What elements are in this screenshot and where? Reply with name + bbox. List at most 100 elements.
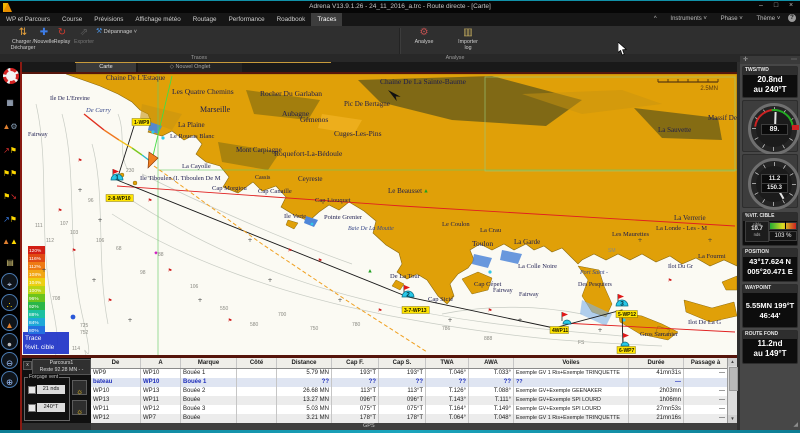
dock-icon[interactable]: ✛ xyxy=(743,57,748,63)
svg-text:%vit. cible: %vit. cible xyxy=(25,344,55,351)
importer-log-button[interactable]: ▥Importer log xyxy=(448,27,488,51)
depannage-button[interactable]: ⚒ Dépannage ˅ xyxy=(96,27,137,36)
menu-tab-pr-visions[interactable]: Prévisions xyxy=(88,13,129,26)
more-options-icon[interactable]: ⋯ xyxy=(791,56,797,64)
table-cell: T.126° xyxy=(426,387,469,396)
wind-dir-checkbox[interactable] xyxy=(28,404,36,412)
svg-text:106: 106 xyxy=(190,284,199,290)
twd-value: au 240°T xyxy=(743,85,797,95)
svg-text:98: 98 xyxy=(140,270,146,276)
zoom-out-button[interactable]: ⊖ xyxy=(1,352,18,369)
column-header: Côté xyxy=(237,358,277,368)
table-header-row[interactable]: DeAMarqueCôtéDistanceCap F.Cap S.TWAAWAV… xyxy=(91,358,737,369)
boat-config-icon[interactable]: ▲⚙ xyxy=(0,116,20,134)
menu-tab-performance[interactable]: Performance xyxy=(223,13,271,26)
vit-cible-panel: %VIT. CIBLE cible 10.7 nds 103 % xyxy=(742,212,798,246)
lifebuoy-icon[interactable] xyxy=(3,68,19,84)
tab-nouvel-onglet[interactable]: ◇ Nouvel Onglet xyxy=(138,63,242,72)
close-parcours-icon[interactable]: x xyxy=(23,361,32,370)
marks-view-button[interactable]: ∴ xyxy=(1,294,18,311)
help-icon[interactable]: ? xyxy=(788,14,796,22)
waypoint-1-WP9[interactable]: 1-WP9 xyxy=(132,119,151,127)
sun-icon: ☼ xyxy=(76,407,83,416)
svg-text:+: + xyxy=(447,317,452,324)
close-button[interactable]: × xyxy=(784,2,798,9)
svg-text:⚑: ⚑ xyxy=(318,258,322,264)
zoom-select-button[interactable]: ⌖ xyxy=(1,273,18,290)
analyse-button[interactable]: ⚙Analyse xyxy=(406,27,442,45)
collapse-ribbon-icon[interactable]: ^ xyxy=(654,16,657,22)
menu-tab-affichage-m-t-o[interactable]: Affichage météo xyxy=(129,13,186,26)
table-cell: 1h06mn xyxy=(629,396,684,405)
map-place-label: Cassis xyxy=(255,175,271,181)
tab-carte[interactable]: Carte xyxy=(76,63,136,72)
wind-dir-weather-button[interactable]: ☼ xyxy=(72,400,87,415)
scroll-thumb[interactable] xyxy=(729,367,738,391)
svg-text:725: 725 xyxy=(80,323,89,329)
chart-icon[interactable]: ▦ xyxy=(0,92,20,110)
svg-text:+: + xyxy=(91,277,96,284)
wind-angle-readout: 89. xyxy=(761,124,788,135)
map-place-label: Les Maurettes xyxy=(612,231,649,238)
table-row[interactable]: WP9WP10Bouée 15.79 MN193°T193°TT.046°T.0… xyxy=(91,369,737,378)
menu-tab-routage[interactable]: Routage xyxy=(187,13,223,26)
theme-menu[interactable]: Thème ˅ xyxy=(750,16,780,22)
nautical-chart[interactable]: 2.5MN Trace %vit. cible 120%116%112%108%… xyxy=(22,72,737,358)
pan-button[interactable]: ● xyxy=(1,333,18,350)
new-mark-icon[interactable]: ↗⚑ xyxy=(0,140,20,158)
svg-text:6-WP7: 6-WP7 xyxy=(619,348,635,354)
marks-list-icon[interactable]: ⚑⚑ xyxy=(0,163,20,181)
menu-tab-roadbook[interactable]: Roadbook xyxy=(271,13,312,26)
wind-dir-value[interactable]: 240°T xyxy=(37,403,65,412)
table-row[interactable]: WP12WP7Bouée3.21 MN178°T178°TT.064°T.048… xyxy=(91,414,737,423)
table-cell: T.143° xyxy=(426,396,469,405)
maximize-button[interactable]: □ xyxy=(769,2,783,9)
table-cell: WP10 xyxy=(91,387,141,396)
menu-tab-wp-et-parcours[interactable]: WP et Parcours xyxy=(0,13,56,26)
svg-text:⚑: ⚑ xyxy=(108,298,112,304)
instruments-menu[interactable]: Instruments ˅ xyxy=(664,16,707,22)
zoom-in-button[interactable]: ⊕ xyxy=(1,371,18,388)
boat-center-button[interactable]: ▲ xyxy=(1,314,18,331)
map-place-label: La Verrerie xyxy=(674,214,706,222)
notes-icon[interactable]: ▤ xyxy=(0,252,20,270)
wind-speed-value[interactable]: 21 nds xyxy=(37,385,65,394)
phase-menu[interactable]: Phase ˅ xyxy=(715,16,743,22)
scroll-down-icon[interactable]: ▼ xyxy=(728,415,737,423)
svg-text:5-WP12: 5-WP12 xyxy=(618,312,636,318)
group-label-analyse: Analyse xyxy=(400,55,510,61)
mark-target-icon[interactable]: ↗⚑ xyxy=(0,209,20,227)
parcours-header: Parcours1 Reste 92.28 MN - - xyxy=(32,359,91,375)
map-place-label: Cap Sicié xyxy=(428,296,453,303)
svg-text:+: + xyxy=(597,327,602,334)
menu-tab-course[interactable]: Course xyxy=(56,13,88,26)
column-header: De xyxy=(91,358,141,368)
map-place-label: Gémenos xyxy=(300,115,328,124)
table-scrollbar[interactable]: ▲ ▼ xyxy=(727,358,737,423)
minimize-button[interactable]: – xyxy=(754,2,768,9)
analyse-icon: ⚙ xyxy=(406,27,442,39)
table-cell: 075°T xyxy=(332,405,379,414)
table-cell: T.046° xyxy=(426,369,469,378)
table-row[interactable]: WP10WP13Bouée 226.68 MN113°T113°TT.126°T… xyxy=(91,387,737,396)
wind-speed-weather-button[interactable]: ☼ xyxy=(72,380,87,395)
cones-icon[interactable]: ▲▲ xyxy=(0,231,20,249)
importer-log-icon: ▥ xyxy=(448,27,488,39)
menu-tab-traces[interactable]: Traces xyxy=(311,13,342,26)
target-speed-percent: 103 % xyxy=(769,231,797,241)
mark-move-icon[interactable]: ⚑↘ xyxy=(0,186,20,204)
table-cell: 193°T xyxy=(332,369,379,378)
table-row[interactable]: WP13WP11Bouée13.27 MN096°T096°TT.143°T.1… xyxy=(91,396,737,405)
resize-grip[interactable]: ◢ xyxy=(793,421,798,428)
wind-speed-checkbox[interactable] xyxy=(28,386,36,394)
svg-text:88%: 88% xyxy=(29,312,39,318)
table-cell: 13.27 MN xyxy=(277,396,332,405)
table-cell: WP10 xyxy=(141,369,181,378)
table-row[interactable]: bateauWP10Bouée 1????????????— xyxy=(91,378,737,387)
map-place-label: Le Coulon xyxy=(442,221,470,228)
ribbon-group-labels: Traces Analyse xyxy=(0,54,800,62)
scroll-up-icon[interactable]: ▲ xyxy=(728,358,737,366)
table-cell: Exemple GV 1 Ris+Exemple TRINQUETTE xyxy=(514,414,629,423)
table-row[interactable]: WP11WP12Bouée 35.03 MN075°T075°TT.164°T.… xyxy=(91,405,737,414)
exporter-button[interactable]: ⇗Exporter xyxy=(70,27,98,45)
